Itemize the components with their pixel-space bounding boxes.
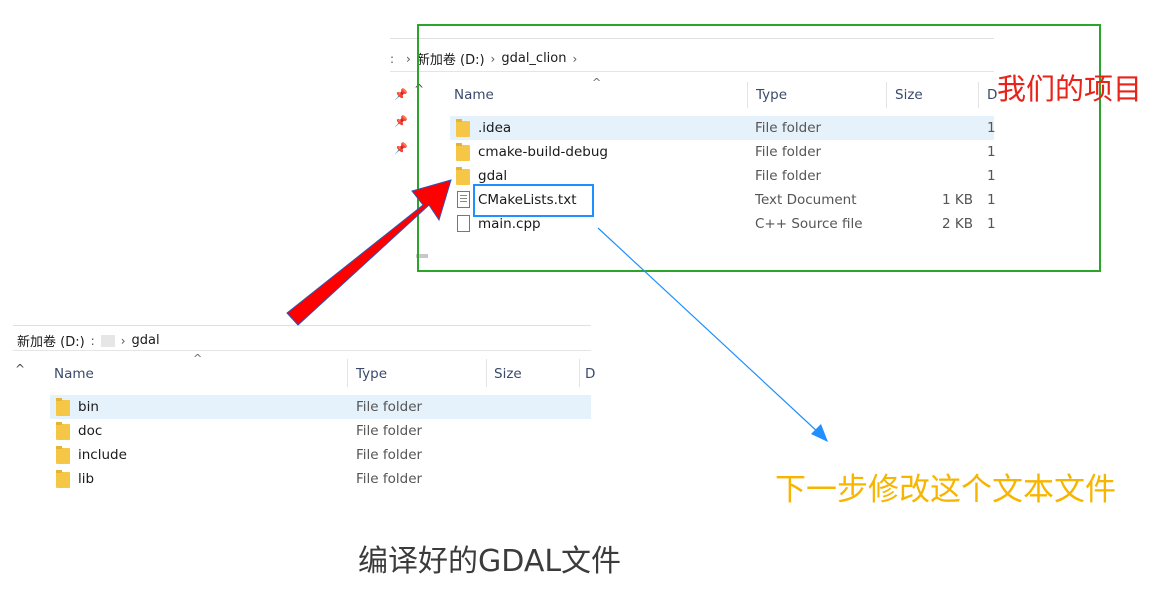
file-row[interactable]: include File folder bbox=[50, 443, 591, 467]
project-highlight-box bbox=[417, 24, 1101, 272]
breadcrumb-chevron-icon: › bbox=[120, 333, 126, 348]
breadcrumb-chevron-icon: › bbox=[406, 51, 411, 66]
pin-icon[interactable]: 📌 bbox=[394, 142, 408, 155]
breadcrumb-folder[interactable]: gdal bbox=[132, 333, 160, 348]
compiled-gdal-caption: 编译好的GDAL文件 bbox=[358, 544, 622, 579]
column-divider[interactable] bbox=[486, 359, 487, 387]
file-name: include bbox=[78, 447, 127, 463]
column-header-date[interactable]: D bbox=[585, 366, 595, 382]
file-row[interactable]: lib File folder bbox=[50, 467, 591, 491]
folder-icon bbox=[56, 470, 72, 488]
column-header-name[interactable]: Name bbox=[54, 366, 94, 382]
bottom-explorer-window: 新加卷 (D:) : › gdal ^ ^ Name Type Size D b… bbox=[13, 325, 595, 497]
pin-icon[interactable]: 📌 bbox=[394, 115, 408, 128]
folder-icon bbox=[56, 446, 72, 464]
column-header-size[interactable]: Size bbox=[494, 366, 522, 382]
breadcrumb-chevron-icon: : bbox=[90, 333, 95, 348]
column-header-type[interactable]: Type bbox=[356, 366, 387, 382]
file-type: File folder bbox=[356, 447, 423, 463]
collapse-chevron-icon[interactable]: ^ bbox=[15, 362, 25, 376]
pin-icon[interactable]: 📌 bbox=[394, 88, 408, 101]
file-row[interactable]: bin File folder bbox=[50, 395, 591, 419]
file-type: File folder bbox=[356, 423, 423, 439]
file-type: File folder bbox=[356, 471, 423, 487]
bottom-window-top-border bbox=[13, 325, 591, 326]
blue-arrowhead bbox=[811, 424, 828, 442]
file-name: bin bbox=[78, 399, 99, 415]
column-divider[interactable] bbox=[347, 359, 348, 387]
folder-icon bbox=[56, 398, 72, 416]
breadcrumb-hidden-segment bbox=[100, 334, 115, 347]
our-project-label: 我们的项目 bbox=[997, 72, 1143, 106]
file-name: doc bbox=[78, 423, 103, 439]
breadcrumb-drive[interactable]: 新加卷 (D:) bbox=[17, 331, 85, 350]
column-divider[interactable] bbox=[579, 359, 580, 387]
folder-icon bbox=[56, 422, 72, 440]
file-name: lib bbox=[78, 471, 95, 487]
sort-up-icon: ^ bbox=[193, 352, 203, 365]
file-type: File folder bbox=[356, 399, 423, 415]
cmakelists-highlight-box bbox=[473, 184, 594, 217]
breadcrumb-chevron-icon: : bbox=[390, 51, 395, 66]
address-bar-divider bbox=[13, 350, 591, 351]
next-step-label: 下一步修改这个文本文件 bbox=[775, 472, 1116, 508]
bottom-breadcrumb[interactable]: 新加卷 (D:) : › gdal bbox=[17, 331, 160, 350]
file-row[interactable]: doc File folder bbox=[50, 419, 591, 443]
